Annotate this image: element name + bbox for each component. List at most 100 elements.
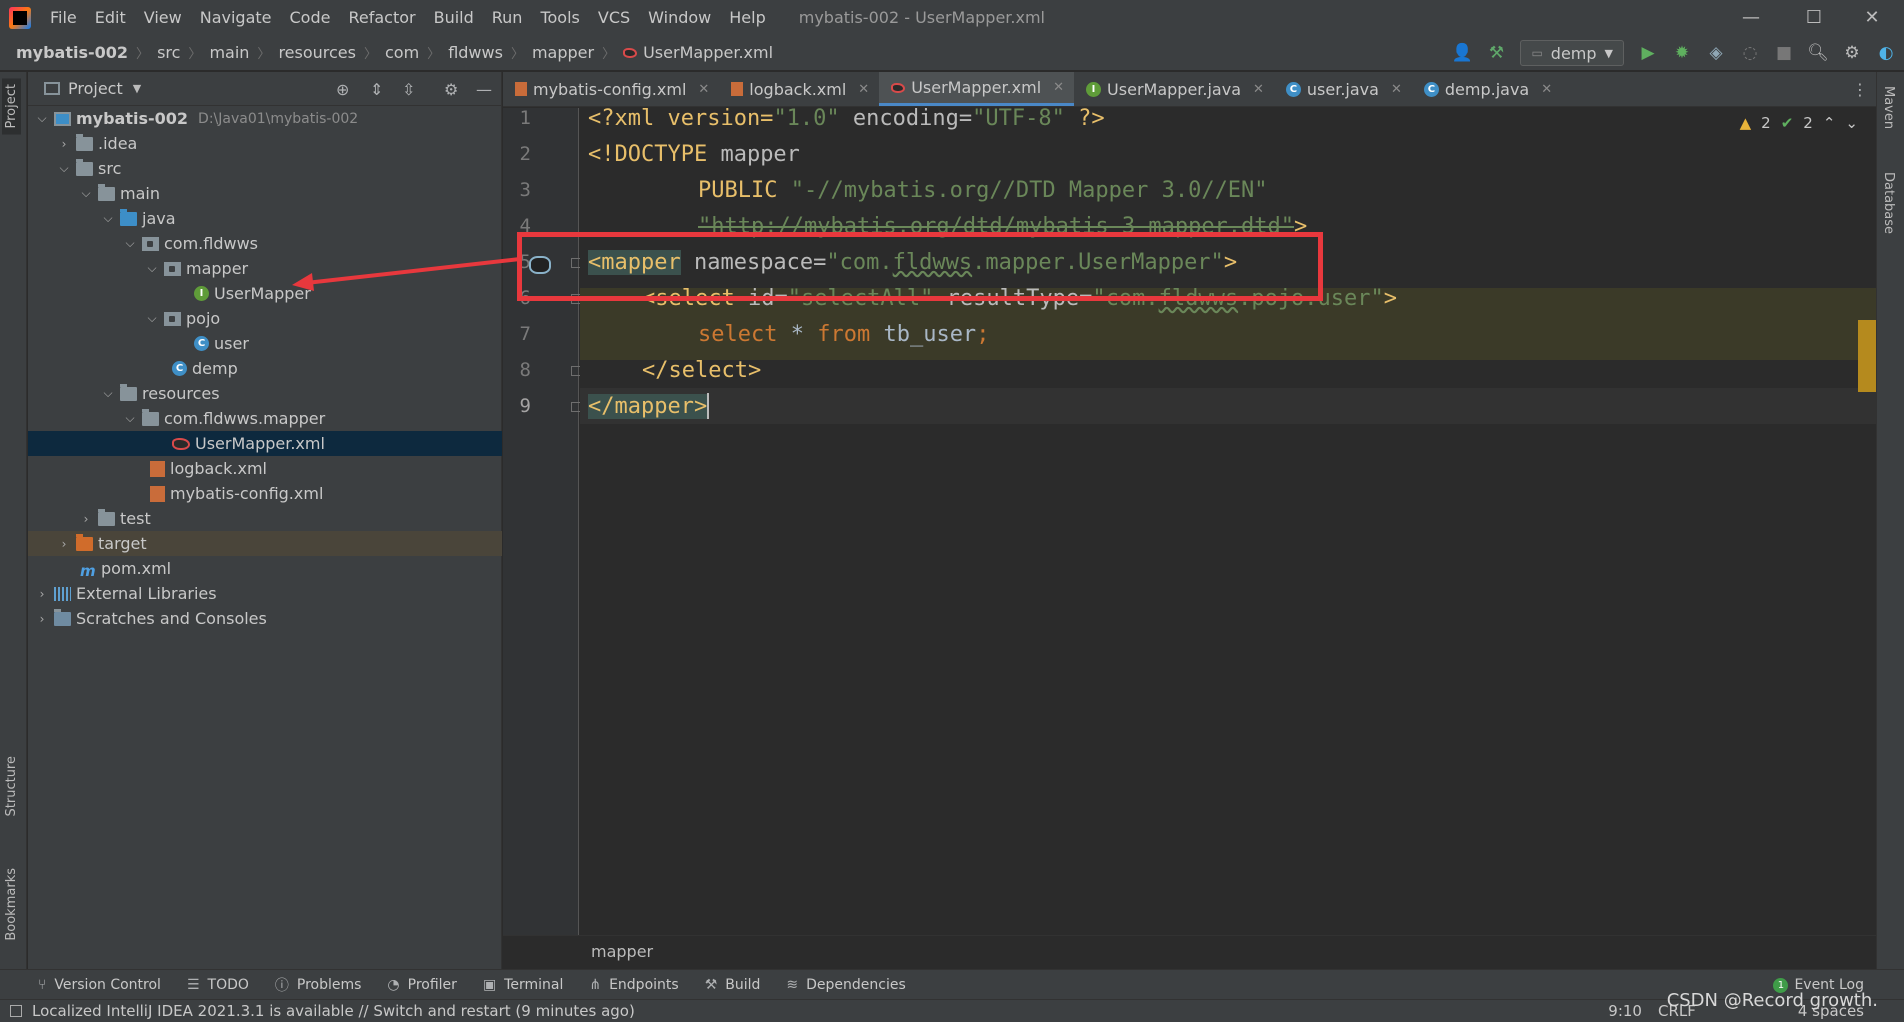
menu-run[interactable]: Run xyxy=(483,8,532,27)
chevron-right-icon[interactable]: › xyxy=(56,137,72,151)
crumb-com[interactable]: com xyxy=(385,43,419,62)
close-icon[interactable]: ✕ xyxy=(1541,82,1552,97)
tree-item-mybatis-config-xml[interactable]: mybatis-config.xml xyxy=(28,481,502,506)
tree-item-logback-xml[interactable]: logback.xml xyxy=(28,456,502,481)
more-vertical-icon[interactable]: ⋮ xyxy=(1852,80,1868,99)
inspection-widget[interactable]: ▲ 2 ✔ 2 ⌃ ⌄ xyxy=(1740,114,1858,132)
crumb-project[interactable]: mybatis-002 xyxy=(16,43,128,62)
menu-build[interactable]: Build xyxy=(425,8,483,27)
menu-help[interactable]: Help xyxy=(720,8,774,27)
menu-file[interactable]: File xyxy=(41,8,86,27)
tree-item-pojo[interactable]: ⌵ pojo xyxy=(28,306,502,331)
close-icon[interactable]: ✕ xyxy=(1053,80,1064,95)
menu-code[interactable]: Code xyxy=(281,8,340,27)
chevron-right-icon[interactable]: › xyxy=(34,612,50,626)
tab-user-java[interactable]: C user.java ✕ xyxy=(1274,72,1412,106)
chevron-down-icon[interactable]: ⌵ xyxy=(100,211,116,226)
caret-position[interactable]: 9:10 xyxy=(1608,1002,1642,1020)
chevron-down-icon[interactable]: ⌵ xyxy=(34,111,50,126)
tool-tab-maven[interactable]: Maven xyxy=(1881,86,1896,129)
tool-tab-bookmarks[interactable]: Bookmarks xyxy=(2,862,21,947)
breadcrumb-mapper[interactable]: mapper xyxy=(591,942,653,961)
tab-demp-java[interactable]: C demp.java ✕ xyxy=(1412,72,1562,106)
project-panel-title[interactable]: Project xyxy=(68,79,123,98)
gear-icon[interactable]: ⚙ xyxy=(444,80,458,99)
hide-panel-icon[interactable]: — xyxy=(476,80,492,99)
tool-terminal[interactable]: ▣ Terminal xyxy=(483,977,563,993)
tool-endpoints[interactable]: ⋔ Endpoints xyxy=(589,977,678,993)
coverage-icon[interactable]: ◈ xyxy=(1706,43,1726,63)
tree-item-idea[interactable]: › .idea xyxy=(28,131,502,156)
chevron-down-icon[interactable]: ⌵ xyxy=(122,411,138,426)
hammer-build-icon[interactable]: ⚒ xyxy=(1486,43,1506,63)
menu-vcs[interactable]: VCS xyxy=(589,8,639,27)
chevron-down-icon[interactable]: ⌵ xyxy=(100,386,116,401)
status-message[interactable]: Localized IntelliJ IDEA 2021.3.1 is avai… xyxy=(32,1002,635,1020)
tool-problems[interactable]: ⓘ Problems xyxy=(275,975,362,995)
tree-item-scratches[interactable]: › Scratches and Consoles xyxy=(28,606,502,631)
menu-navigate[interactable]: Navigate xyxy=(191,8,281,27)
tool-dependencies[interactable]: ≋ Dependencies xyxy=(786,977,905,993)
user-account-icon[interactable]: 👤 xyxy=(1452,43,1473,63)
tree-item-demp-class[interactable]: C demp xyxy=(28,356,502,381)
menu-tools[interactable]: Tools xyxy=(531,8,588,27)
chevron-down-icon[interactable]: ⌵ xyxy=(78,186,94,201)
tree-item-com-fldwws[interactable]: ⌵ com.fldwws xyxy=(28,231,502,256)
locate-file-icon[interactable]: ⊕ xyxy=(336,80,349,99)
chevron-right-icon[interactable]: › xyxy=(34,587,50,601)
close-icon[interactable]: ✕ xyxy=(698,82,709,97)
profile-icon[interactable]: ◌ xyxy=(1740,43,1760,63)
tool-tab-database[interactable]: Database xyxy=(1881,172,1896,234)
tree-item-src[interactable]: ⌵ src xyxy=(28,156,502,181)
tree-item-test[interactable]: › test xyxy=(28,506,502,531)
tree-item-main[interactable]: ⌵ main xyxy=(28,181,502,206)
tool-build[interactable]: ⚒ Build xyxy=(705,977,761,993)
tree-item-com-fldwws-mapper[interactable]: ⌵ com.fldwws.mapper xyxy=(28,406,502,431)
status-panel-icon[interactable] xyxy=(10,1005,22,1017)
tree-item-external-libraries[interactable]: › External Libraries xyxy=(28,581,502,606)
maximize-button[interactable]: ☐ xyxy=(1787,0,1841,35)
run-icon[interactable]: ▶ xyxy=(1638,43,1658,63)
tree-item-project-root[interactable]: ⌵ mybatis-002 D:\Java01\mybatis-002 xyxy=(28,106,502,131)
crumb-resources[interactable]: resources xyxy=(278,43,356,62)
close-icon[interactable]: ✕ xyxy=(858,82,869,97)
chevron-down-icon[interactable]: ⌄ xyxy=(1845,114,1858,132)
menu-edit[interactable]: Edit xyxy=(86,8,135,27)
crumb-file[interactable]: UserMapper.xml xyxy=(643,43,773,62)
crumb-src[interactable]: src xyxy=(157,43,180,62)
gear-icon[interactable]: ⚙ xyxy=(1842,43,1862,63)
minimize-button[interactable]: — xyxy=(1724,0,1778,35)
close-window-button[interactable]: ✕ xyxy=(1845,0,1899,35)
chevron-up-icon[interactable]: ⌃ xyxy=(1823,114,1836,132)
menu-refactor[interactable]: Refactor xyxy=(339,8,424,27)
tree-item-usermapper-xml[interactable]: UserMapper.xml xyxy=(28,431,502,456)
chevron-down-icon[interactable]: ⌵ xyxy=(144,311,160,326)
collapse-all-icon[interactable]: ⇳ xyxy=(402,80,415,99)
close-icon[interactable]: ✕ xyxy=(1391,82,1402,97)
chevron-right-icon[interactable]: › xyxy=(78,512,94,526)
tool-version-control[interactable]: ⑂ Version Control xyxy=(38,977,161,993)
chevron-down-icon[interactable]: ▼ xyxy=(133,82,141,95)
crumb-mapper[interactable]: mapper xyxy=(532,43,594,62)
tree-item-pom-xml[interactable]: m pom.xml xyxy=(28,556,502,581)
stop-icon[interactable]: ■ xyxy=(1774,43,1794,63)
chevron-down-icon[interactable]: ⌵ xyxy=(144,261,160,276)
expand-all-icon[interactable]: ⇕ xyxy=(370,80,383,99)
crumb-main[interactable]: main xyxy=(209,43,249,62)
tree-item-target[interactable]: › target xyxy=(28,531,502,556)
close-icon[interactable]: ✕ xyxy=(1253,82,1264,97)
tree-item-user-class[interactable]: C user xyxy=(28,331,502,356)
tool-profiler[interactable]: ◔ Profiler xyxy=(387,977,457,993)
chevron-down-icon[interactable]: ⌵ xyxy=(122,236,138,251)
tool-todo[interactable]: ☰ TODO xyxy=(187,977,249,993)
debug-icon[interactable]: ✹ xyxy=(1672,43,1692,63)
chevron-right-icon[interactable]: › xyxy=(56,537,72,551)
menu-view[interactable]: View xyxy=(135,8,191,27)
menu-window[interactable]: Window xyxy=(639,8,720,27)
run-configuration-select[interactable]: ▭ demp ▼ xyxy=(1520,40,1624,66)
search-icon[interactable]: 🔍︎ xyxy=(1807,43,1829,63)
tool-tab-structure[interactable]: Structure xyxy=(2,750,21,822)
crumb-fldwws[interactable]: fldwws xyxy=(448,43,503,62)
tree-item-resources[interactable]: ⌵ resources xyxy=(28,381,502,406)
code-with-me-icon[interactable]: ◐ xyxy=(1876,43,1896,63)
